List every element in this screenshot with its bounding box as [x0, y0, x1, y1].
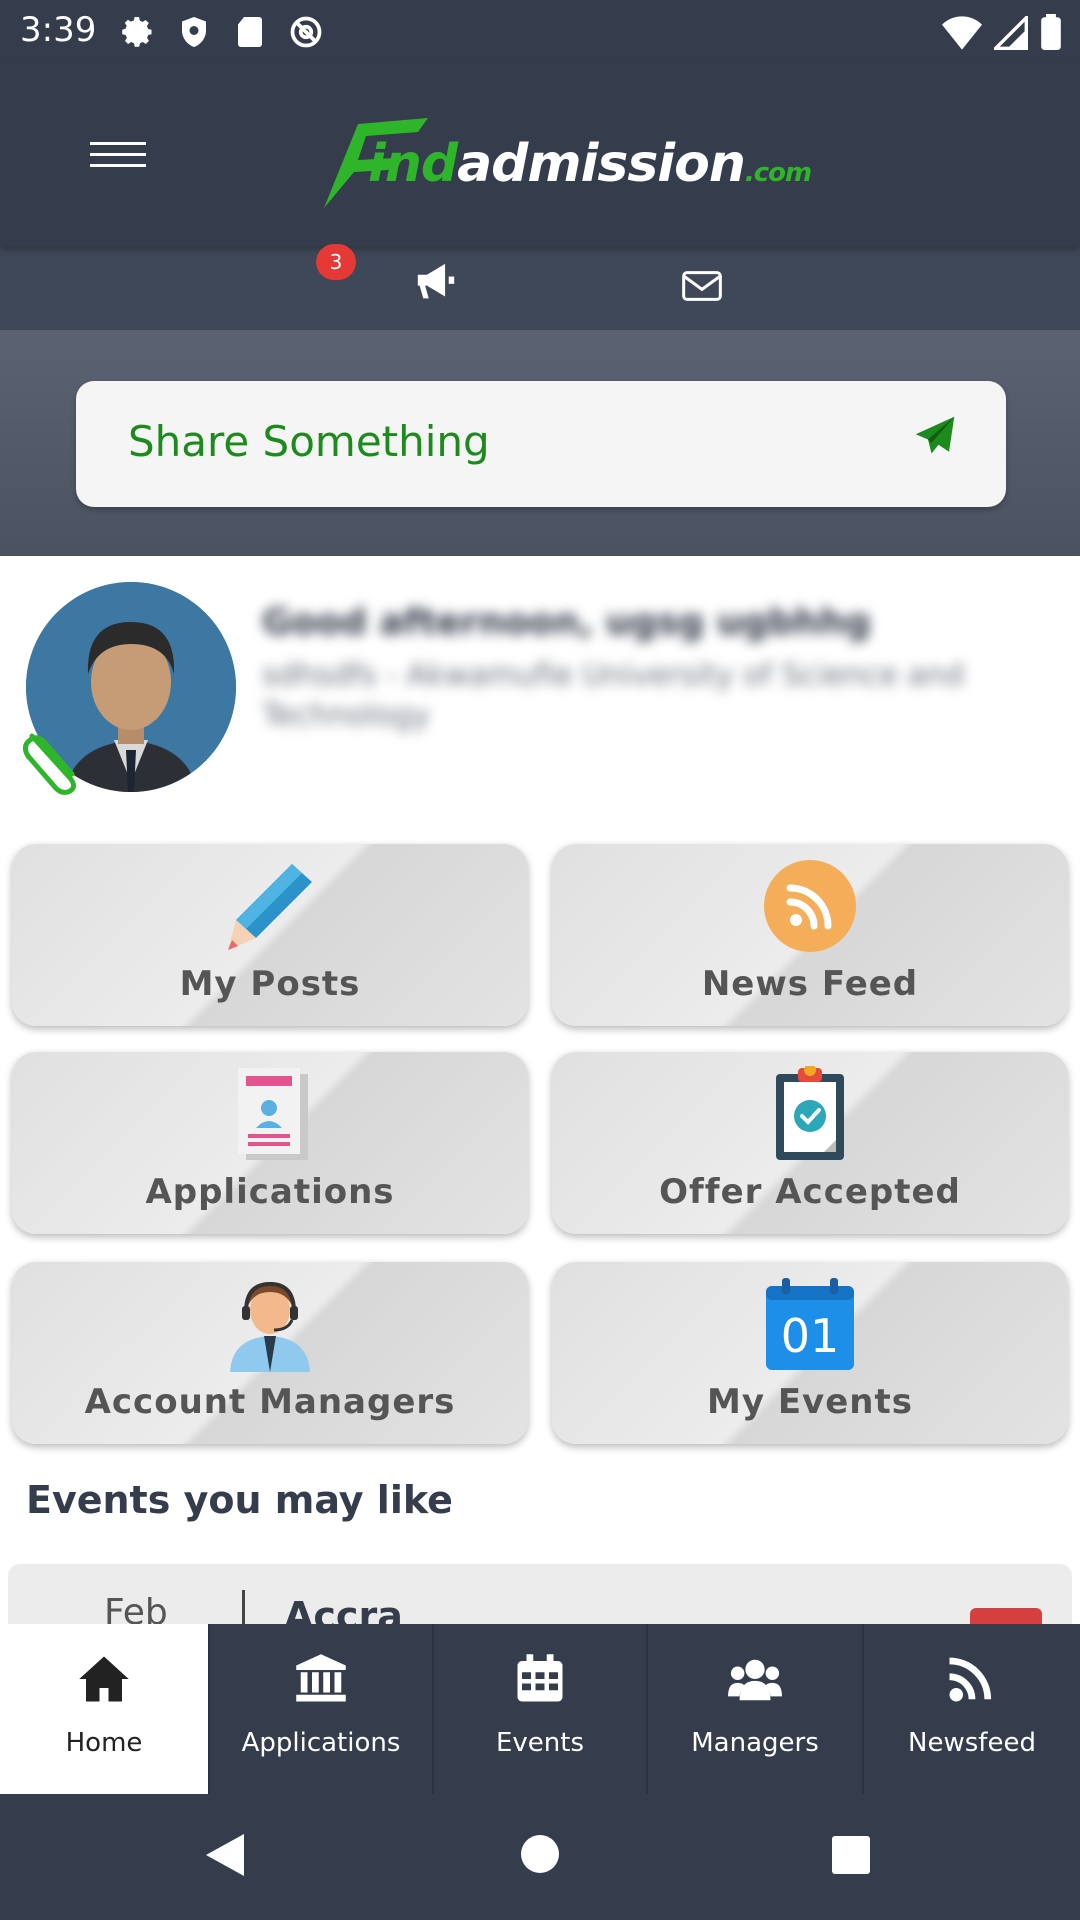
sd-card-icon: [232, 14, 268, 50]
tile-label: My Posts: [179, 964, 361, 1004]
system-nav-bar: [0, 1794, 1080, 1920]
share-input[interactable]: Share Something: [76, 381, 1006, 507]
tile-label: Applications: [145, 1172, 395, 1212]
app-header: indadmission.com: [0, 64, 1080, 246]
bottom-nav: Home Applications Events Managers Newsfe…: [0, 1624, 1080, 1794]
tile-label: Offer Accepted: [659, 1172, 961, 1212]
document-icon: [222, 1066, 318, 1162]
nav-newsfeed[interactable]: Newsfeed: [864, 1624, 1080, 1794]
pencil-icon: [222, 858, 318, 954]
battery-icon: [1040, 14, 1062, 54]
share-placeholder: Share Something: [128, 417, 490, 466]
mail-icon[interactable]: [682, 270, 722, 302]
tile-label: My Events: [707, 1382, 913, 1422]
recents-square-icon[interactable]: [832, 1836, 870, 1878]
nav-events[interactable]: Events: [434, 1624, 648, 1794]
signal-icon: [991, 13, 1028, 54]
nav-label: Managers: [691, 1728, 819, 1758]
nav-label: Home: [65, 1728, 143, 1758]
tile-my-events[interactable]: 01 My Events: [552, 1262, 1068, 1444]
notification-bar: [0, 246, 1080, 330]
share-area: Share Something: [0, 330, 1080, 556]
tile-account-managers[interactable]: Account Managers: [12, 1262, 528, 1444]
logo-com: .com: [744, 158, 812, 188]
calendar-icon: [513, 1654, 567, 1704]
nav-label: Applications: [241, 1728, 401, 1758]
school-text: sdhsdfs - Akwamufie University of Scienc…: [262, 658, 964, 733]
logo-admission: admission: [457, 134, 746, 194]
tile-offer-accepted[interactable]: Offer Accepted: [552, 1052, 1068, 1234]
tile-my-posts[interactable]: My Posts: [12, 844, 528, 1026]
institution-icon: [294, 1654, 348, 1704]
profile-section: Good afternoon, ugsg ugbhhg sdhsdfs - Ak…: [0, 556, 1080, 826]
tile-label: News Feed: [701, 964, 919, 1004]
nav-label: Events: [495, 1728, 585, 1758]
logo-text: indadmission.com: [368, 134, 812, 194]
status-time: 3:39: [20, 10, 97, 50]
nav-home[interactable]: Home: [0, 1624, 210, 1794]
megaphone-icon[interactable]: [414, 262, 458, 302]
shield-icon: [176, 14, 212, 50]
status-icons-left: [120, 14, 324, 50]
logo-find: ind: [368, 134, 458, 194]
back-icon[interactable]: [204, 1832, 246, 1882]
tile-label: Account Managers: [84, 1382, 456, 1422]
nav-applications[interactable]: Applications: [210, 1624, 434, 1794]
menu-button[interactable]: [90, 142, 146, 174]
support-agent-icon: [222, 1276, 318, 1372]
status-bar: 3:39: [0, 0, 1080, 64]
tile-news-feed[interactable]: News Feed: [552, 844, 1068, 1026]
hamburger-line: [90, 164, 146, 167]
hamburger-line: [90, 142, 146, 145]
users-icon: [728, 1654, 782, 1704]
notification-badge: 3: [316, 244, 356, 280]
send-icon[interactable]: [914, 415, 956, 457]
home-icon: [77, 1654, 131, 1704]
calendar-icon: 01: [762, 1276, 858, 1372]
nav-label: Newsfeed: [908, 1728, 1036, 1758]
greeting-text: Good afternoon, ugsg ugbhhg: [262, 602, 871, 643]
hamburger-line: [90, 153, 146, 156]
attachment-clip-icon[interactable]: [22, 716, 92, 796]
at-sign-icon: [288, 14, 324, 50]
wifi-icon: [942, 16, 982, 54]
findadmission-logo: indadmission.com: [318, 104, 812, 214]
gear-icon: [120, 14, 156, 50]
calendar-day: 01: [781, 1309, 840, 1363]
home-circle-icon[interactable]: [520, 1834, 560, 1878]
rss-icon: [945, 1654, 999, 1704]
rss-icon: [762, 858, 858, 954]
tile-applications[interactable]: Applications: [12, 1052, 528, 1234]
nav-managers[interactable]: Managers: [648, 1624, 864, 1794]
status-icons-right: [942, 13, 1062, 54]
events-section-title: Events you may like: [26, 1478, 453, 1522]
clipboard-check-icon: [762, 1064, 858, 1162]
